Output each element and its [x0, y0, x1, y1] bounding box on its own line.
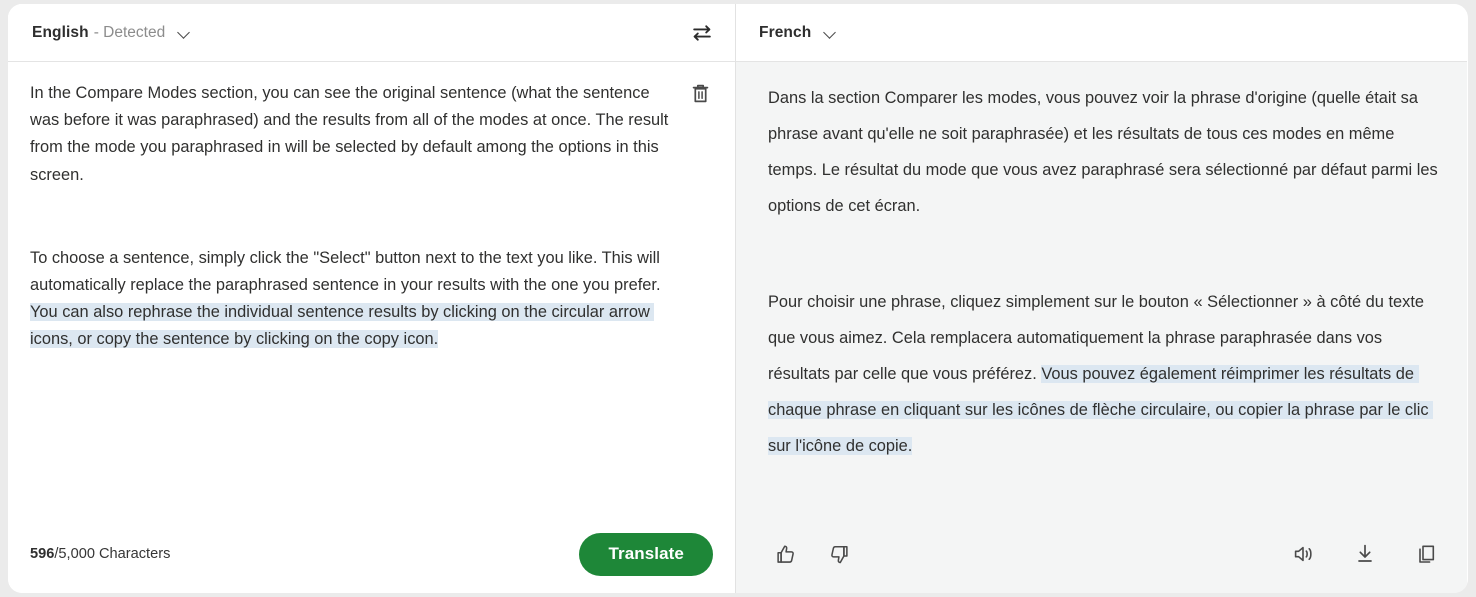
thumbs-up-icon — [774, 543, 797, 566]
download-icon — [1353, 542, 1377, 566]
translator-card: English - Detected In the Compare Modes … — [8, 4, 1468, 593]
swap-arrows-icon — [690, 21, 714, 45]
target-header: French — [736, 4, 1467, 62]
target-language-selector[interactable]: French — [757, 20, 839, 46]
thumbs-up-button[interactable] — [768, 537, 802, 571]
source-footer: 596/5,000 Characters Translate — [8, 515, 735, 593]
target-language-name: French — [759, 23, 812, 41]
listen-button[interactable] — [1287, 537, 1321, 571]
download-button[interactable] — [1348, 537, 1382, 571]
target-paragraph-2: Pour choisir une phrase, cliquez simplem… — [768, 284, 1445, 464]
target-paragraph-1: Dans la section Comparer les modes, vous… — [768, 89, 1443, 215]
feedback-button-group — [768, 537, 856, 571]
source-language-detected-label: - Detected — [93, 23, 166, 41]
character-counter: 596/5,000 Characters — [30, 546, 170, 562]
translator-app: English - Detected In the Compare Modes … — [0, 0, 1476, 597]
target-text-area: Dans la section Comparer les modes, vous… — [736, 62, 1467, 515]
character-count-current: 596 — [30, 546, 55, 562]
target-footer — [736, 515, 1467, 593]
thumbs-down-button[interactable] — [822, 537, 856, 571]
character-count-limit: /5,000 Characters — [54, 546, 171, 562]
source-text-area[interactable]: In the Compare Modes section, you can se… — [8, 62, 735, 515]
copy-icon — [1414, 542, 1438, 566]
target-panel: French Dans la section Comparer les mode… — [736, 4, 1467, 593]
trash-icon — [691, 83, 710, 104]
source-language-name: English — [32, 23, 89, 41]
source-paragraph-2-plain: To choose a sentence, simply click the "… — [30, 248, 665, 295]
copy-button[interactable] — [1409, 537, 1443, 571]
chevron-down-icon — [824, 26, 837, 39]
thumbs-down-icon — [828, 543, 851, 566]
target-action-group — [1287, 537, 1443, 571]
source-header: English - Detected — [8, 4, 735, 62]
translate-button[interactable]: Translate — [579, 532, 713, 576]
source-paragraph-1: In the Compare Modes section, you can se… — [30, 84, 673, 184]
clear-source-button[interactable] — [685, 78, 715, 108]
swap-languages-button[interactable] — [685, 16, 719, 50]
source-panel: English - Detected In the Compare Modes … — [8, 4, 736, 593]
source-paragraph-2-highlighted: You can also rephrase the individual sen… — [30, 303, 655, 349]
source-paragraph-2: To choose a sentence, simply click the "… — [30, 245, 678, 354]
chevron-down-icon — [178, 26, 191, 39]
speaker-icon — [1292, 542, 1316, 566]
source-language-selector[interactable]: English - Detected — [30, 20, 193, 46]
